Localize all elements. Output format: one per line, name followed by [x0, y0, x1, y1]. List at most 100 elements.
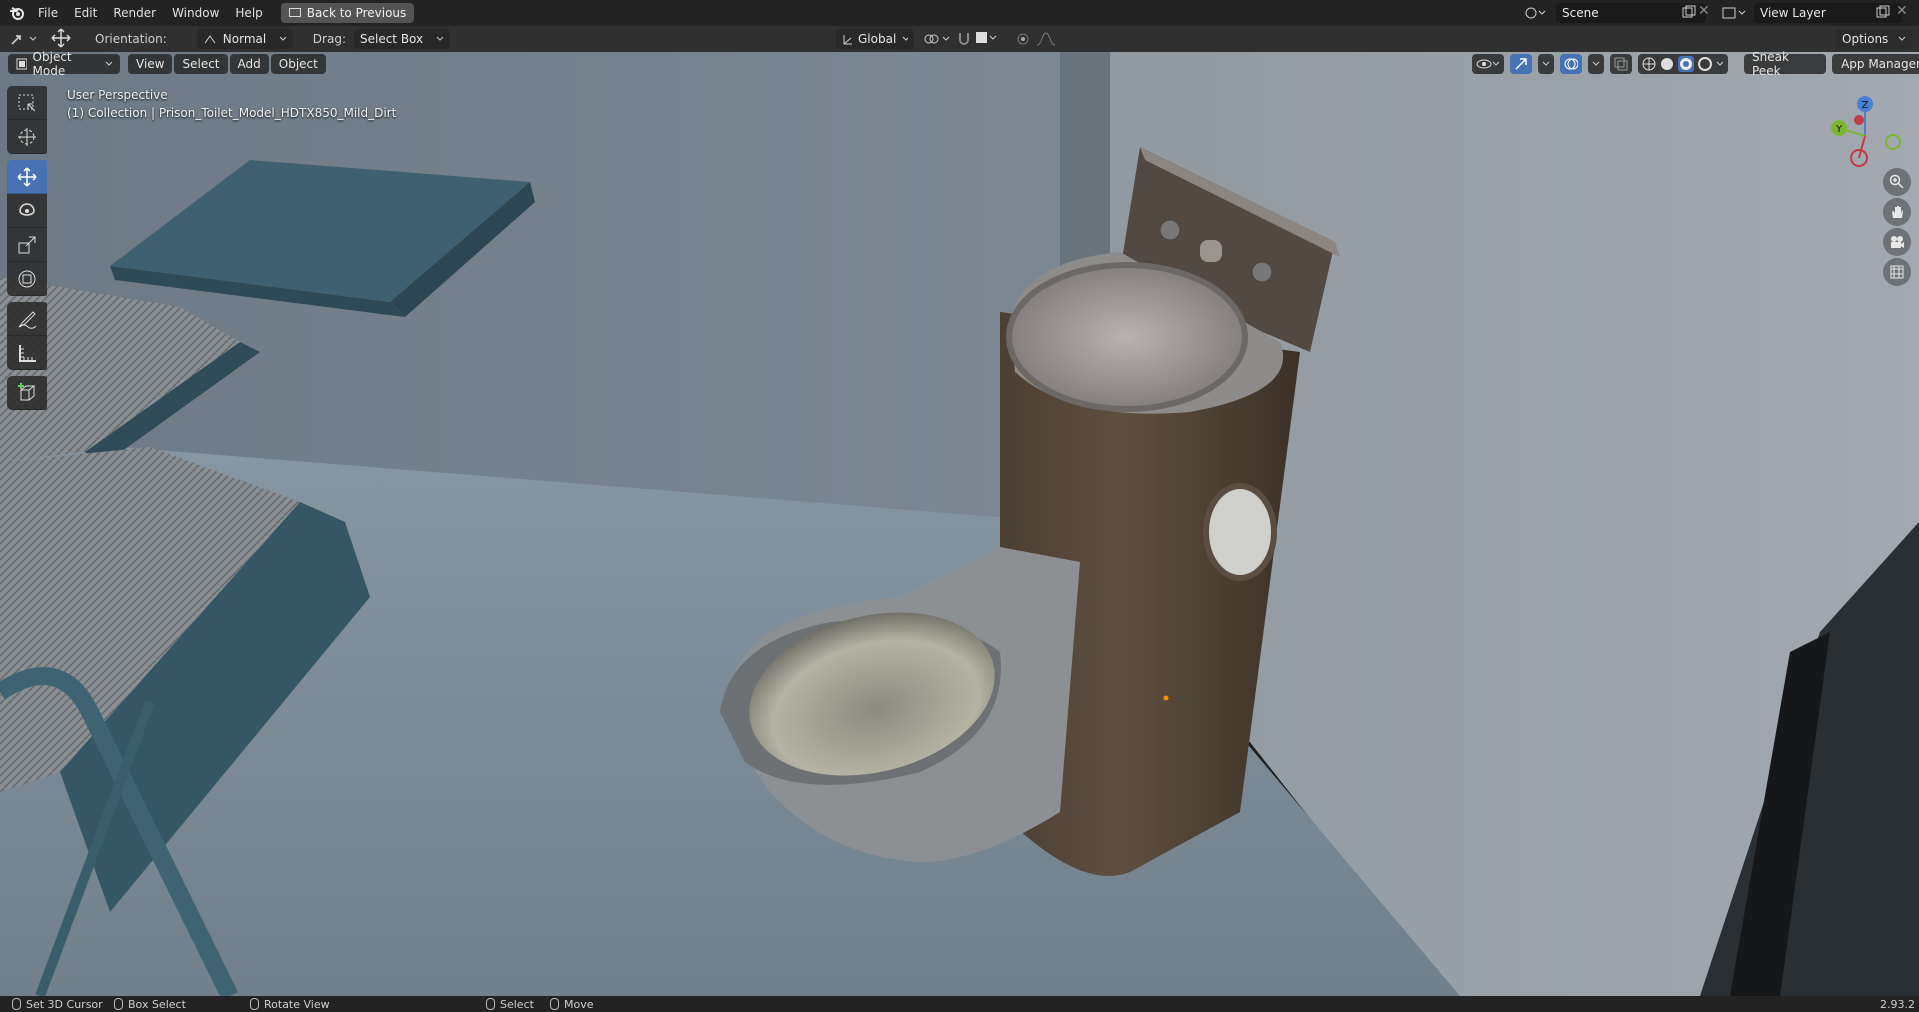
- annotate-tool[interactable]: [7, 302, 47, 336]
- falloff-curve-icon[interactable]: [1036, 32, 1056, 49]
- viewport-menu-select[interactable]: Select: [174, 54, 228, 74]
- status-box-select-label: Box Select: [128, 997, 186, 1011]
- close-scene-icon[interactable]: ✕: [1698, 3, 1710, 19]
- chevron-down-icon: [279, 36, 287, 41]
- new-view-layer-icon[interactable]: [1876, 5, 1890, 22]
- chevron-down-icon: [902, 36, 908, 41]
- xray-toggle[interactable]: [1610, 54, 1632, 74]
- viewport-menu-view[interactable]: View: [128, 54, 173, 74]
- blender-logo-icon[interactable]: [4, 0, 30, 26]
- snap-increment-icon: [976, 32, 987, 43]
- menu-window[interactable]: Window: [164, 0, 227, 26]
- viewport-info-overlay: User Perspective (1) Collection | Prison…: [67, 86, 396, 122]
- viewport-menu-add[interactable]: Add: [229, 54, 269, 74]
- status-select-label: Select: [500, 997, 534, 1011]
- ortho-toggle-button[interactable]: [1883, 258, 1911, 286]
- add-cube-tool[interactable]: [7, 376, 47, 410]
- chevron-down-icon: [105, 61, 112, 66]
- add-cube-icon: [18, 382, 36, 400]
- status-select: Select: [486, 996, 534, 1012]
- drag-label: Drag:: [312, 32, 346, 46]
- measure-tool[interactable]: [7, 336, 47, 370]
- navigation-gizmo[interactable]: Z Y: [1813, 90, 1903, 170]
- scale-tool[interactable]: [7, 228, 47, 262]
- grid-icon: [1890, 265, 1904, 279]
- zoom-view-button[interactable]: [1883, 168, 1911, 196]
- new-scene-icon[interactable]: [1682, 5, 1696, 22]
- move-tool[interactable]: [7, 160, 47, 194]
- cursor-tool[interactable]: [7, 120, 47, 154]
- chevron-down-icon: [1542, 61, 1550, 66]
- status-set-cursor-label: Set 3D Cursor: [26, 997, 103, 1011]
- shading-buttons: [1638, 54, 1728, 74]
- status-bar: Set 3D Cursor Box Select Rotate View Sel…: [0, 996, 1919, 1012]
- mode-dropdown[interactable]: Object Mode: [8, 50, 120, 78]
- drag-dropdown[interactable]: Select Box: [353, 29, 450, 49]
- sneak-peek-button[interactable]: Sneak Peek: [1744, 50, 1826, 78]
- app-manager-button[interactable]: App Manager: [1832, 54, 1919, 74]
- view-perspective-label: User Perspective: [67, 88, 168, 102]
- status-version: 2.93.2: [1880, 996, 1915, 1012]
- menu-help[interactable]: Help: [227, 0, 270, 26]
- orientation-dropdown[interactable]: Normal: [196, 29, 293, 49]
- status-move: Move: [550, 996, 594, 1012]
- 3d-viewport[interactable]: [0, 52, 1919, 996]
- rotate-tool[interactable]: [7, 194, 47, 228]
- gizmo-icon: [1515, 58, 1527, 70]
- middle-mouse-icon: [250, 998, 259, 1010]
- chevron-down-icon[interactable]: [1716, 60, 1724, 68]
- material-shading-icon[interactable]: [1678, 56, 1694, 72]
- measure-ruler-icon: [19, 344, 36, 362]
- xray-icon: [1614, 57, 1628, 71]
- select-box-tool[interactable]: [7, 86, 47, 120]
- editor-type-selector[interactable]: [10, 32, 37, 46]
- pan-view-button[interactable]: [1883, 198, 1911, 226]
- transform-tool[interactable]: [7, 262, 47, 296]
- status-set-cursor: Set 3D Cursor: [12, 996, 103, 1012]
- pivot-point-dropdown[interactable]: [922, 32, 950, 46]
- y-axis-label: Y: [1835, 124, 1843, 135]
- rendered-shading-icon[interactable]: [1698, 57, 1712, 71]
- overlays-icon: [1564, 58, 1578, 70]
- gizmo-dropdown[interactable]: [1538, 54, 1554, 74]
- viewport-menu-object[interactable]: Object: [270, 54, 326, 74]
- select-box-icon: [18, 94, 36, 111]
- active-collection-label: (1) Collection | Prison_Toilet_Model_HDT…: [67, 106, 397, 120]
- snap-element-dropdown[interactable]: [976, 32, 997, 43]
- move-tool-icon[interactable]: [49, 28, 73, 51]
- camera-view-button[interactable]: [1883, 228, 1911, 256]
- left-toolbar: [7, 86, 49, 416]
- move-icon: [17, 166, 37, 187]
- orientation-value: Normal: [222, 32, 267, 46]
- gizmo-toggle[interactable]: [1510, 54, 1532, 74]
- drag-mouse-icon: [114, 998, 123, 1010]
- close-view-layer-icon[interactable]: ✕: [1896, 3, 1908, 19]
- viewport-scene: [0, 52, 1919, 996]
- options-dropdown[interactable]: Options: [1836, 29, 1912, 49]
- annotate-pencil-icon: [18, 310, 37, 329]
- wireframe-shading-icon[interactable]: [1642, 57, 1656, 71]
- scene-name: Scene: [1562, 6, 1599, 20]
- visibility-dropdown[interactable]: [1472, 54, 1504, 74]
- viewport-header: Object Mode View Select Add Object Sneak…: [0, 50, 1919, 78]
- transform-icon: [18, 270, 36, 287]
- overlays-toggle[interactable]: [1560, 54, 1582, 74]
- view-layer-name: View Layer: [1760, 6, 1826, 20]
- status-rotate-view: Rotate View: [250, 996, 330, 1012]
- scene-selector-icon[interactable]: [1524, 3, 1554, 23]
- snap-toggle-icon[interactable]: [956, 31, 972, 50]
- back-to-previous-label: Back to Previous: [306, 6, 407, 20]
- neg-y-axis-handle[interactable]: [1885, 134, 1901, 150]
- proportional-editing-icon[interactable]: [1016, 32, 1030, 49]
- menu-file[interactable]: File: [30, 0, 66, 26]
- back-to-previous-button[interactable]: Back to Previous: [280, 3, 415, 23]
- menu-edit[interactable]: Edit: [66, 0, 105, 26]
- chevron-down-icon: [989, 35, 997, 40]
- solid-shading-icon[interactable]: [1660, 57, 1674, 71]
- overlays-dropdown[interactable]: [1588, 54, 1604, 74]
- transform-orientation-dropdown[interactable]: Global: [836, 29, 914, 49]
- camera-icon: [1891, 236, 1904, 248]
- view-layer-selector-icon[interactable]: [1722, 3, 1756, 23]
- x-axis-handle[interactable]: [1854, 115, 1864, 125]
- menu-render[interactable]: Render: [105, 0, 164, 26]
